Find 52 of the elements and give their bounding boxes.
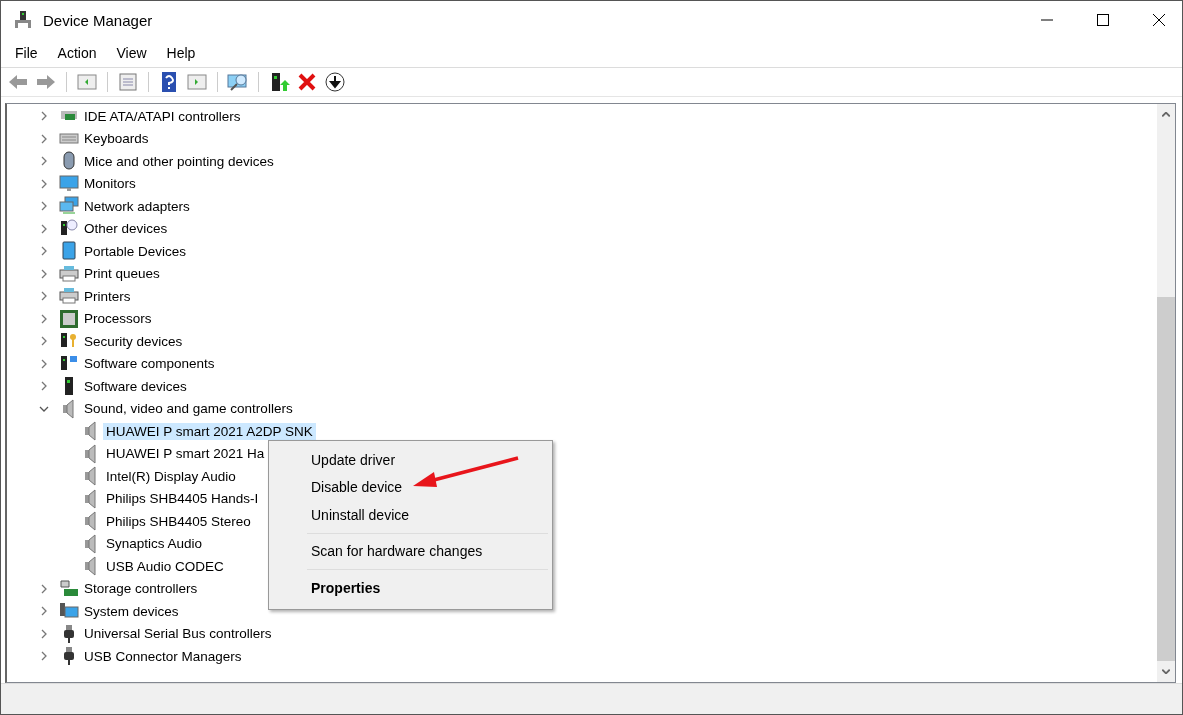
tree-item[interactable]: Philips SHB4405 Stereo — [103, 512, 254, 530]
scroll-up-icon[interactable] — [1162, 112, 1170, 117]
tree-item[interactable]: Intel(R) Display Audio — [103, 467, 239, 485]
scroll-down-icon[interactable] — [1162, 669, 1170, 674]
window-title: Device Manager — [43, 11, 153, 29]
storage-icon — [59, 578, 79, 599]
tree-item[interactable]: Print queues — [81, 265, 163, 283]
tree-item[interactable]: Mice and other pointing devices — [81, 152, 277, 170]
minimize-icon — [1041, 19, 1053, 21]
tree-item[interactable]: Universal Serial Bus controllers — [81, 625, 275, 643]
menu-item[interactable]: File — [5, 45, 48, 61]
menu-item[interactable]: Help — [156, 45, 206, 61]
tree-item[interactable]: Philips SHB4405 Hands-I — [103, 490, 262, 508]
printer-icon — [59, 286, 79, 307]
monitor-search-icon[interactable] — [227, 71, 249, 93]
tree-item[interactable]: Monitors — [81, 175, 139, 193]
tablet-icon — [59, 241, 79, 262]
tree-item[interactable]: System devices — [81, 602, 182, 620]
tree-item[interactable]: USB Audio CODEC — [103, 557, 227, 575]
tree-item[interactable]: USB Connector Managers — [81, 647, 245, 665]
context-menu-item[interactable]: Properties — [269, 574, 385, 602]
tree-item[interactable]: Software devices — [81, 377, 190, 395]
x-mark-icon[interactable] — [296, 71, 318, 93]
context-menu-item[interactable]: Disable device — [269, 473, 407, 501]
tree-item[interactable]: Sound, video and game controllers — [81, 400, 296, 418]
context-menu-item[interactable]: Scan for hardware changes — [269, 537, 487, 565]
down-arrow-circle-icon[interactable] — [324, 71, 346, 93]
tree-item[interactable]: Printers — [81, 287, 134, 305]
menu-item[interactable]: Action — [47, 45, 107, 61]
context-menu-item[interactable]: Uninstall device — [269, 501, 414, 529]
tree-item[interactable]: Other devices — [81, 220, 171, 238]
tree-item[interactable]: Portable Devices — [81, 242, 190, 260]
scrollbar[interactable] — [1157, 104, 1175, 682]
tree-item[interactable]: Software components — [81, 355, 218, 373]
tree-item[interactable]: Processors — [81, 310, 155, 328]
context-menu-item[interactable]: Update driver — [269, 446, 400, 474]
printer-icon — [59, 263, 79, 284]
tree-item[interactable]: HUAWEI P smart 2021 Ha — [103, 445, 268, 463]
tree-item[interactable]: IDE ATA/ATAPI controllers — [81, 107, 244, 125]
tree-item[interactable]: Security devices — [81, 332, 186, 350]
processor-icon — [59, 308, 79, 329]
menu-item[interactable]: View — [106, 45, 157, 61]
monitor-icon — [59, 173, 79, 194]
close-icon — [1153, 14, 1165, 26]
tree-item[interactable]: Network adapters — [81, 197, 193, 215]
tree-item[interactable]: Keyboards — [81, 130, 152, 148]
maximize-icon — [1097, 14, 1109, 26]
network-icon — [59, 196, 79, 217]
tree-item[interactable]: Synaptics Audio — [103, 535, 206, 553]
tree-item[interactable]: HUAWEI P smart 2021 A2DP SNK — [103, 422, 316, 440]
tree-item[interactable]: Storage controllers — [81, 580, 201, 598]
device-manager-icon — [13, 10, 33, 30]
